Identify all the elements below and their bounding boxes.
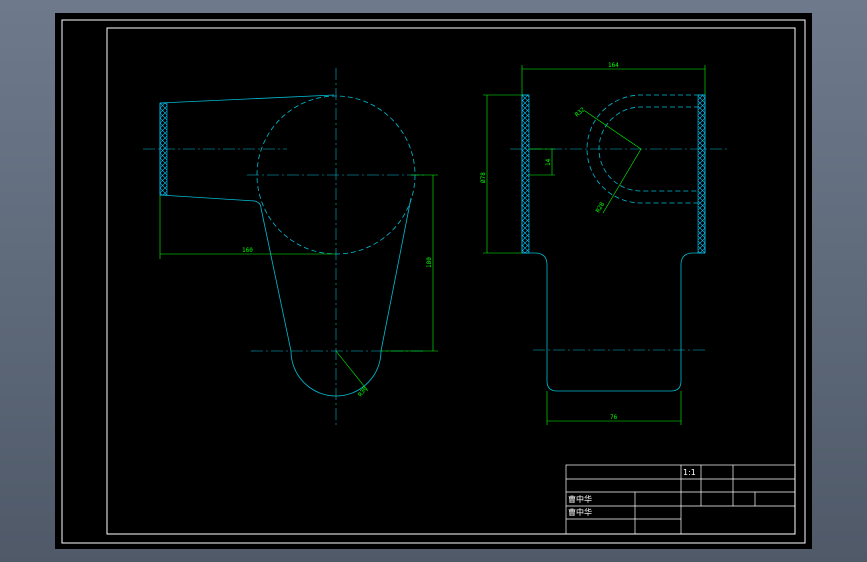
title-block: [565, 464, 796, 535]
dim-line-radius-inner: [602, 148, 642, 214]
front-dim-radius: R36: [357, 385, 369, 398]
side-dim-height: Ø78: [480, 172, 487, 183]
front-hatch: [159, 102, 168, 196]
side-dim-radius-outer: R32: [574, 106, 587, 119]
cad-viewport[interactable]: 160 180 R36 164 Ø78 14 R32 R28 76 1:1 曹中…: [55, 13, 812, 549]
title-block-scale: 1:1: [683, 468, 696, 477]
title-block-name-2: 曹中华: [568, 507, 592, 517]
side-dim-bottom-width: 76: [610, 414, 618, 421]
side-view: 164 Ø78 14 R32 R28 76: [480, 62, 727, 425]
drawing-canvas: 160 180 R36 164 Ø78 14 R32 R28 76 1:1 曹中…: [61, 19, 806, 544]
front-top-edge: [159, 94, 335, 104]
dim-line-radius-outer: [584, 110, 642, 150]
side-dim-small: 14: [545, 158, 552, 166]
front-dim-width: 160: [242, 247, 253, 254]
front-view: 160 180 R36: [143, 68, 438, 428]
front-dim-height: 180: [426, 257, 433, 268]
side-hidden-bore-outer: [586, 94, 699, 204]
side-hatch: [521, 94, 706, 254]
dim-line-radius: [335, 350, 369, 392]
side-stem: [522, 252, 705, 392]
drawing-border: [106, 27, 796, 535]
side-dim-top-width: 164: [608, 62, 619, 69]
title-block-name-1: 曹中华: [568, 494, 592, 504]
side-dim-radius-inner: R28: [595, 201, 607, 214]
front-bottom-edge: [159, 194, 262, 209]
outer-frame: [61, 19, 806, 544]
